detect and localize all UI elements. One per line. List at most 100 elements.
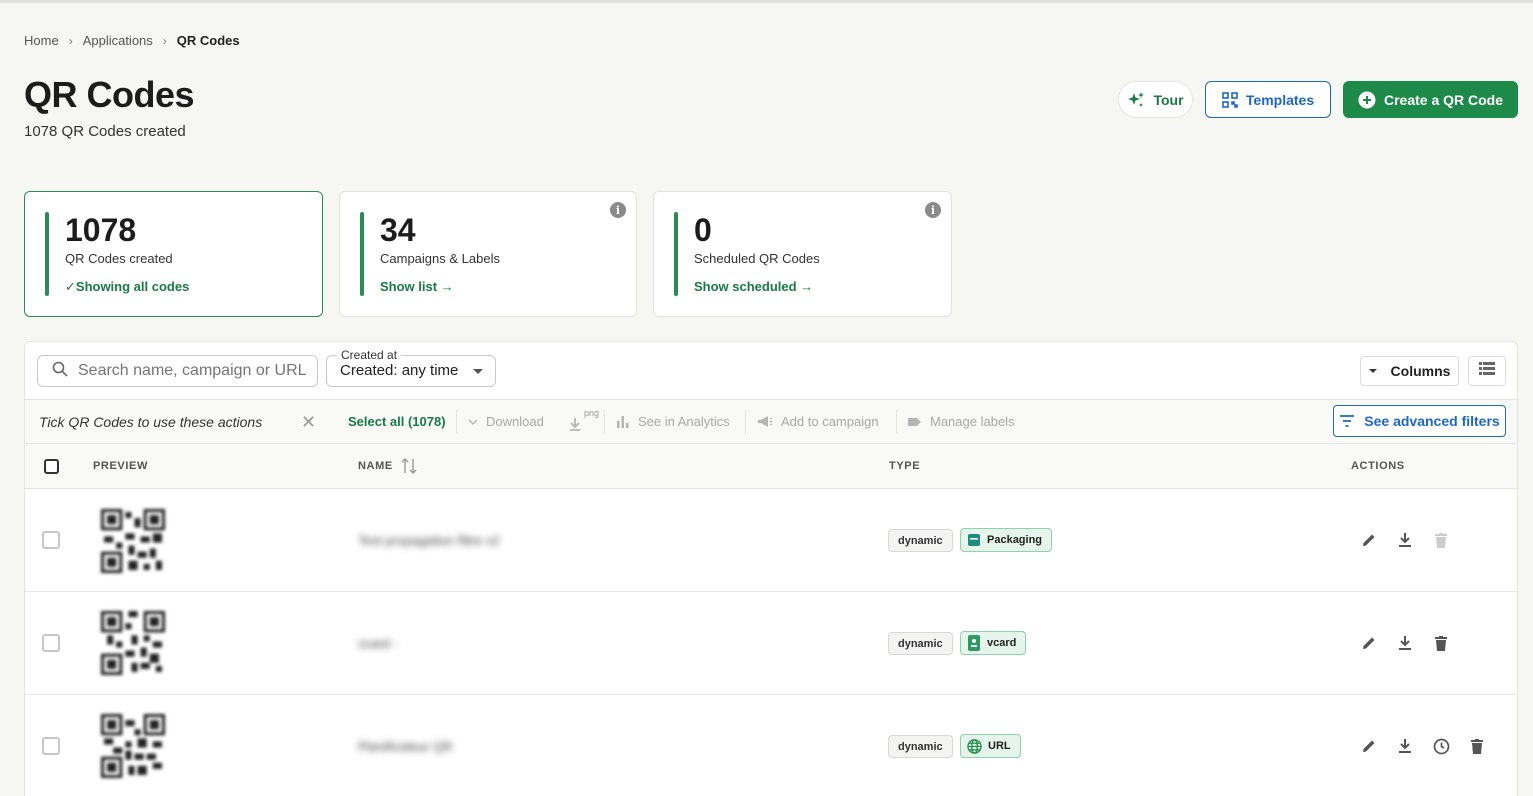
type-badge: Packaging [960, 528, 1053, 552]
chevron-down-icon [468, 419, 478, 425]
stat-card-campaigns[interactable]: i 34 Campaigns & Labels Show list → [339, 191, 637, 317]
breadcrumb-applications[interactable]: Applications [83, 33, 153, 48]
stat-label: Campaigns & Labels [380, 251, 500, 266]
see-advanced-filters-button[interactable]: See advanced filters [1333, 405, 1506, 437]
divider [604, 410, 605, 434]
card-accent-bar [674, 212, 678, 296]
stat-label: QR Codes created [65, 251, 173, 266]
table-row[interactable]: Test propagation filtre v2 dynamic Packa… [25, 489, 1517, 592]
search-icon [52, 361, 68, 382]
page-title: QR Codes [24, 74, 195, 115]
breadcrumb-home[interactable]: Home [24, 33, 59, 48]
search-input[interactable] [78, 362, 308, 380]
manage-labels-button[interactable]: Manage labels [907, 414, 1015, 429]
bar-chart-icon [617, 416, 629, 428]
download-icon[interactable] [1395, 633, 1415, 653]
tour-button[interactable]: Tour [1118, 81, 1193, 118]
vcard-icon [968, 635, 980, 651]
delete-icon[interactable] [1467, 736, 1487, 756]
close-icon[interactable]: ✕ [301, 412, 316, 433]
row-checkbox[interactable] [42, 737, 60, 755]
breadcrumb-current: QR Codes [176, 33, 240, 48]
top-divider [0, 0, 1533, 3]
created-at-select[interactable]: Created at Created: any time [326, 348, 496, 387]
schedule-clock-icon[interactable] [1431, 736, 1451, 756]
sort-icon[interactable] [401, 457, 417, 480]
select-all-button[interactable]: Select all (1078) [348, 414, 446, 429]
templates-button[interactable]: Templates [1205, 81, 1331, 118]
create-label: Create a QR Code [1383, 91, 1504, 108]
breadcrumb: Home › Applications › QR Codes [24, 33, 240, 48]
download-button[interactable]: Download [468, 414, 544, 429]
download-label: Download [486, 414, 544, 429]
plus-circle-icon [1358, 91, 1376, 109]
delete-icon[interactable] [1431, 633, 1451, 653]
info-icon[interactable]: i [925, 202, 941, 218]
qr-code-name[interactable]: Test propagation filtre v2 [358, 533, 500, 548]
divider [896, 410, 897, 434]
type-label: URL [988, 740, 1011, 752]
qr-code-preview [101, 611, 165, 675]
type-badge: URL [960, 734, 1021, 758]
list-view-button[interactable] [1468, 356, 1506, 386]
add-to-campaign-button[interactable]: Add to campaign [757, 414, 879, 429]
row-checkbox[interactable] [42, 634, 60, 652]
download-icon[interactable] [1395, 736, 1415, 756]
qr-grid-icon [1222, 91, 1238, 108]
table-header: PREVIEW NAME TYPE ACTIONS [25, 444, 1517, 489]
search-box[interactable] [37, 355, 318, 387]
tour-label: Tour [1153, 91, 1184, 108]
list-view-icon [1479, 362, 1495, 380]
type-label: vcard [987, 637, 1017, 649]
table-row[interactable]: Planificateur QR dynamic URL [25, 695, 1517, 796]
edit-icon[interactable] [1359, 530, 1379, 550]
stat-number: 0 [694, 212, 712, 248]
divider [745, 410, 746, 434]
divider [456, 410, 457, 434]
info-icon[interactable]: i [610, 202, 626, 218]
campaign-label: Add to campaign [781, 414, 879, 429]
bulk-actions-bar: Tick QR Codes to use these actions ✕ Sel… [25, 399, 1517, 444]
column-preview: PREVIEW [93, 460, 148, 472]
columns-button[interactable]: Columns [1360, 356, 1459, 386]
label-icon [908, 417, 921, 426]
delete-icon [1431, 530, 1451, 550]
stat-number: 34 [380, 212, 416, 248]
card-accent-bar [360, 212, 364, 296]
show-list-link[interactable]: Show list → [380, 279, 454, 294]
edit-icon[interactable] [1359, 633, 1379, 653]
edit-icon[interactable] [1359, 736, 1379, 756]
dynamic-badge: dynamic [888, 529, 953, 552]
stat-card-scheduled[interactable]: i 0 Scheduled QR Codes Show scheduled → [653, 191, 952, 317]
row-checkbox[interactable] [42, 531, 60, 549]
sparkle-icon [1127, 91, 1145, 109]
qr-code-name[interactable]: vcard - [358, 636, 398, 651]
packaging-icon [968, 534, 980, 546]
filter-icon [1340, 415, 1355, 427]
create-qr-code-button[interactable]: Create a QR Code [1343, 81, 1518, 118]
table-row[interactable]: vcard - dynamic vcard [25, 592, 1517, 695]
megaphone-icon [758, 416, 773, 427]
see-in-analytics-button[interactable]: See in Analytics [616, 414, 730, 429]
column-name[interactable]: NAME [358, 460, 393, 472]
card-accent-bar [45, 212, 49, 296]
column-actions: ACTIONS [1351, 460, 1405, 472]
caret-down-icon [473, 369, 483, 374]
download-png-button[interactable]: png [568, 408, 599, 434]
select-all-checkbox[interactable] [44, 459, 59, 474]
download-icon[interactable] [1395, 530, 1415, 550]
analytics-label: See in Analytics [638, 414, 730, 429]
stat-card-qr-codes[interactable]: 1078 QR Codes created ✓Showing all codes [24, 191, 323, 317]
advanced-filters-label: See advanced filters [1364, 413, 1500, 429]
qr-codes-table-panel: Created at Created: any time Columns Tic… [24, 341, 1518, 796]
qr-code-preview [101, 714, 165, 778]
type-label: Packaging [987, 534, 1043, 546]
show-scheduled-link[interactable]: Show scheduled → [694, 279, 813, 294]
chevron-right-icon: › [68, 33, 73, 48]
dynamic-badge: dynamic [888, 632, 953, 655]
stat-link: ✓Showing all codes [65, 279, 190, 294]
png-badge: png [584, 408, 600, 418]
columns-label: Columns [1390, 363, 1451, 379]
qr-code-name[interactable]: Planificateur QR [358, 739, 453, 754]
chevron-right-icon: › [162, 33, 167, 48]
